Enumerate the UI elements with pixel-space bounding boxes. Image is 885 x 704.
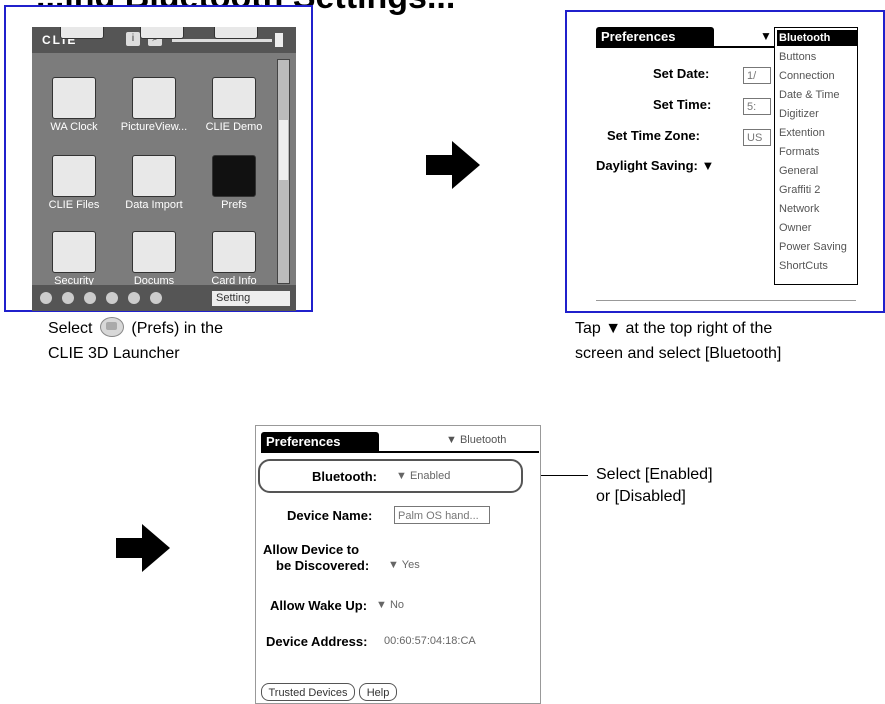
launcher-bottom-bar: Setting [32,285,296,311]
app-icon [214,27,258,39]
favorite-icon[interactable] [62,292,74,304]
arrow-icon[interactable] [150,292,162,304]
set-time-zone-label: Set Time Zone: [607,128,700,143]
callout-leader-line [541,475,588,476]
menu-item-buttons[interactable]: Buttons [777,49,857,65]
set-time-zone-field[interactable]: US [743,129,771,146]
device-name-field[interactable]: Palm OS hand... [394,506,490,524]
document-icon [132,231,176,273]
launcher-screenshot: CLIE i ⌕ WA Clock PictureView... CLIE De… [4,5,313,312]
trusted-devices-button[interactable]: Trusted Devices [261,683,355,701]
app-label: PictureView... [120,121,188,133]
app-prefs[interactable]: Prefs [198,149,270,221]
bluetooth-highlight [258,459,523,493]
wake-up-select[interactable]: ▼ No [376,599,404,611]
app-partial[interactable] [200,27,272,63]
caption-step2-line2: screen and select [Bluetooth] [575,345,782,362]
menu-item-graffiti-2[interactable]: Graffiti 2 [777,182,857,198]
demo-icon [212,77,256,119]
daylight-saving-label[interactable]: Daylight Saving: ▼ [596,158,714,173]
arrow-right-icon [116,524,172,572]
menu-item-bluetooth[interactable]: Bluetooth [777,30,857,46]
app-icon [140,27,184,39]
menu-item-network[interactable]: Network [777,201,857,217]
panel-selector[interactable]: ▼ Bluetooth [446,434,506,446]
card-icon [212,231,256,273]
menu-item-formats[interactable]: Formats [777,144,857,160]
menu-item-date-time[interactable]: Date & Time [777,87,857,103]
help-button[interactable]: Help [359,683,397,701]
bluetooth-preferences-screenshot: Preferences ▼ Bluetooth Bluetooth: ▼ Ena… [255,425,541,704]
caption-text: Select [48,320,93,337]
home-icon[interactable] [40,292,52,304]
app-clie-demo[interactable]: CLIE Demo [198,71,270,143]
dropdown-trigger-icon[interactable]: ▼ [760,29,772,43]
preferences-title: Preferences [596,27,714,47]
launcher-window: CLIE i ⌕ WA Clock PictureView... CLIE De… [32,27,296,311]
app-partial[interactable] [46,27,118,63]
security-icon [52,231,96,273]
prefs-icon [99,317,124,337]
category-select[interactable]: Setting [212,291,290,306]
app-clie-files[interactable]: CLIE Files [38,149,110,221]
title-divider [261,451,539,453]
app-icon [60,27,104,39]
import-icon [132,155,176,197]
caption-step1-line2: CLIE 3D Launcher [48,345,180,362]
set-time-field[interactable]: 5: [743,98,771,115]
bluetooth-label: Bluetooth: [312,469,377,484]
discoverable-label-line1: Allow Device to [263,542,360,557]
prefs-icon [212,155,256,197]
view-icon[interactable] [106,292,118,304]
set-time-label: Set Time: [653,97,712,112]
app-label: Prefs [221,199,247,211]
app-label: Data Import [125,199,183,211]
device-address-value: 00:60:57:04:18:CA [384,635,476,647]
group-icon[interactable] [84,292,96,304]
discoverable-select[interactable]: ▼ Yes [388,559,420,571]
files-icon [52,155,96,197]
app-wa-clock[interactable]: WA Clock [38,71,110,143]
app-label: CLIE Files [48,199,100,211]
device-name-label: Device Name: [287,508,373,523]
bottom-divider [596,300,856,301]
clock-icon [52,77,96,119]
menu-item-connection[interactable]: Connection [777,68,857,84]
menu-item-extention[interactable]: Extention [777,125,857,141]
app-partial[interactable] [126,27,198,63]
callout-line1: Select [Enabled] [596,466,713,483]
app-data-import[interactable]: Data Import [118,149,190,221]
launcher-scrollbar[interactable] [277,59,290,284]
set-date-label: Set Date: [653,66,710,81]
bluetooth-enabled-select[interactable]: ▼ Enabled [396,470,450,482]
caption-text: (Prefs) in the [131,320,223,337]
slider-knob[interactable] [275,33,283,47]
app-label: WA Clock [50,121,98,133]
panel-dropdown-menu: Bluetooth Buttons Connection Date & Time Dig… [774,27,858,285]
heart-icon[interactable] [128,292,140,304]
callout-line2: or [Disabled] [596,488,686,505]
device-address-label: Device Address: [266,634,368,649]
discoverable-label-line2: be Discovered: [276,558,370,573]
picture-icon [132,77,176,119]
wake-up-label: Allow Wake Up: [270,598,368,613]
caption-step2-line1: Tap ▼ at the top right of the [575,320,773,337]
app-pictureviewer[interactable]: PictureView... [118,71,190,143]
preferences-title: Preferences [261,432,379,452]
set-date-field[interactable]: 1/ [743,67,771,84]
menu-item-digitizer[interactable]: Digitizer [777,106,857,122]
menu-item-shortcuts[interactable]: ShortCuts [777,258,857,274]
menu-item-general[interactable]: General [777,163,857,179]
menu-item-power-saving[interactable]: Power Saving [777,239,857,255]
scrollbar-thumb[interactable] [279,120,288,180]
arrow-right-icon [426,141,482,189]
menu-item-owner[interactable]: Owner [777,220,857,236]
preferences-dropdown-screenshot: Preferences ▼ Set Date: 1/ Set Time: 5: … [565,10,885,313]
app-label: CLIE Demo [205,121,263,133]
caption-step1: Select (Prefs) in the [48,317,223,340]
